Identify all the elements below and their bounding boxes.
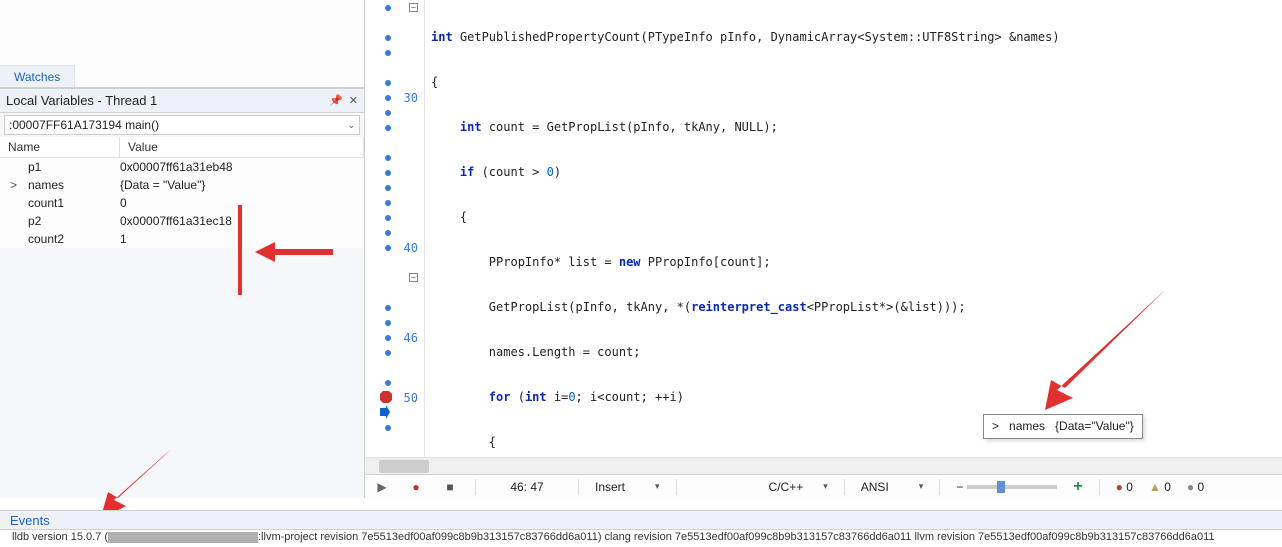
editor-gutter[interactable]: − 30 40 − 46 [365, 0, 425, 457]
local-var-row[interactable]: p2 0x00007ff61a31ec18 [0, 212, 364, 230]
expand-icon[interactable]: > [10, 178, 22, 192]
code-editor-pane: − 30 40 − 46 [365, 0, 1282, 498]
events-panel-header[interactable]: Events [0, 510, 1282, 530]
editor-status-bar: ▶ ● ■ 46: 47 Insert▾ C/C++▾ ANSI▾ − + ● … [365, 474, 1282, 498]
local-variables-header: Local Variables - Thread 1 📌 ✕ [0, 88, 364, 113]
var-name: names [22, 178, 120, 192]
thread-context-value: :00007FF61A173194 main() [9, 118, 159, 132]
language-dropdown[interactable]: C/C++▾ [769, 480, 828, 494]
tooltip-var-name: names [1009, 419, 1045, 434]
line-number: 40 [404, 241, 418, 255]
locals-columns: Name Value [0, 137, 364, 158]
locals-body: p1 0x00007ff61a31eb48 > names {Data = "V… [0, 158, 364, 248]
top-panel: Watches [0, 0, 364, 88]
close-icon[interactable]: ✕ [349, 94, 358, 107]
horizontal-scrollbar[interactable] [365, 457, 1282, 474]
scrollbar-thumb[interactable] [379, 460, 429, 473]
expand-icon[interactable]: > [992, 419, 999, 434]
edit-mode-dropdown[interactable]: Insert▾ [595, 480, 660, 494]
thread-context-dropdown[interactable]: :00007FF61A173194 main() ⌄ [4, 115, 360, 135]
var-name: p2 [22, 214, 120, 228]
annotation-arrow-icon [255, 242, 333, 262]
var-value: 0 [120, 196, 364, 210]
encoding-dropdown[interactable]: ANSI▾ [861, 480, 924, 494]
lldb-version-prefix: lldb version 15.0.7 ( [12, 531, 108, 543]
add-icon[interactable]: + [1073, 478, 1082, 496]
zoom-slider[interactable]: − [956, 480, 1057, 494]
macro-record-icon[interactable]: ● [407, 478, 425, 496]
var-name: count1 [22, 196, 120, 210]
line-number: 50 [404, 391, 418, 405]
macro-stop-icon[interactable]: ■ [441, 478, 459, 496]
annotation-arrow-icon [1045, 290, 1165, 410]
error-count[interactable]: ● 0 [1116, 480, 1133, 494]
var-value: 0x00007ff61a31ec18 [120, 214, 364, 228]
breakpoint-icon[interactable] [380, 391, 392, 403]
warning-count[interactable]: ▲ 0 [1149, 480, 1171, 494]
line-number: 46 [404, 331, 418, 345]
code-body[interactable]: int GetPublishedPropertyCount(PTypeInfo … [425, 0, 1282, 457]
local-var-row[interactable]: > names {Data = "Value"} [0, 176, 364, 194]
info-count[interactable]: ● 0 [1187, 480, 1204, 494]
debug-left-pane: Watches Local Variables - Thread 1 📌 ✕ :… [0, 0, 365, 498]
tooltip-var-value: {Data="Value"} [1055, 419, 1134, 434]
col-name[interactable]: Name [0, 137, 120, 157]
chevron-down-icon: ⌄ [347, 120, 355, 131]
code-area[interactable]: − 30 40 − 46 [365, 0, 1282, 457]
cursor-position: 46: 47 [492, 480, 562, 494]
local-var-row[interactable]: p1 0x00007ff61a31eb48 [0, 158, 364, 176]
local-var-row[interactable]: count1 0 [0, 194, 364, 212]
line-number: 30 [404, 91, 418, 105]
redacted-segment [108, 532, 258, 543]
var-value: {Data = "Value"} [120, 178, 364, 192]
events-title: Events [10, 513, 50, 528]
var-name: p1 [22, 160, 120, 174]
var-name: count2 [22, 232, 120, 246]
debug-hover-tooltip[interactable]: > names {Data="Value"} [983, 414, 1143, 439]
annotation-bar [238, 205, 242, 295]
macro-play-icon[interactable]: ▶ [373, 478, 391, 496]
execution-pointer-icon [380, 405, 390, 420]
col-value[interactable]: Value [120, 137, 364, 157]
var-value: 0x00007ff61a31eb48 [120, 160, 364, 174]
lldb-version-rest: :llvm-project revision 7e5513edf00af099c… [258, 531, 1215, 543]
events-log-line: lldb version 15.0.7 ( :llvm-project revis… [0, 530, 1282, 547]
tab-watches[interactable]: Watches [0, 65, 75, 87]
pin-icon[interactable]: 📌 [329, 94, 343, 107]
local-variables-title: Local Variables - Thread 1 [6, 93, 157, 108]
